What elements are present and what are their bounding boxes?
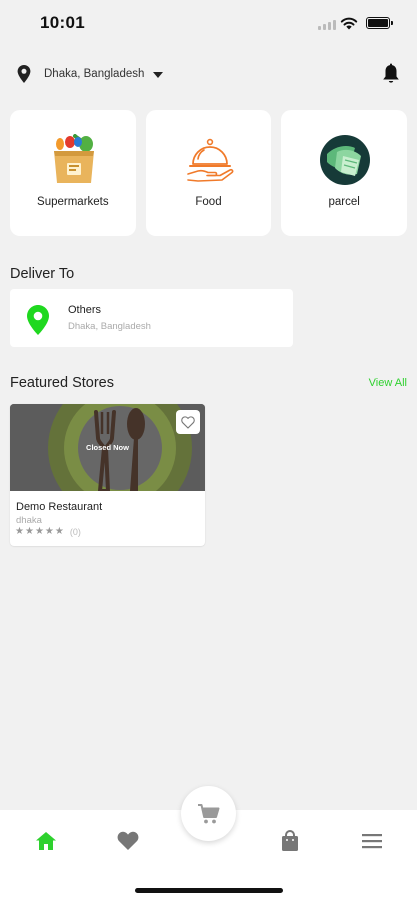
category-label: parcel [328,196,360,208]
store-name: Demo Restaurant [16,501,103,513]
cart-icon [197,803,219,823]
menu-icon[interactable] [360,829,384,853]
battery-icon [366,17,393,29]
star-icon: ★ [54,526,64,537]
store-area: dhaka [16,515,42,526]
category-supermarkets[interactable]: Supermarkets [10,110,136,236]
cart-button[interactable] [181,786,236,841]
location-pin-icon [27,305,49,335]
store-image: Closed Now [10,404,205,491]
category-parcel[interactable]: parcel [281,110,408,236]
store-status: Closed Now [86,443,129,452]
status-time: 10:01 [40,13,85,32]
food-cloche-icon [186,138,234,182]
parcel-icon [320,135,371,185]
notification-bell-icon[interactable] [381,63,401,85]
location-pin-icon [17,65,31,83]
favorite-button[interactable] [176,410,200,434]
category-label: Supermarkets [37,196,109,208]
location-selector[interactable]: Dhaka, Bangladesh [16,60,401,88]
heart-icon[interactable] [116,829,140,853]
cellular-signal-icon [318,20,336,30]
featured-stores-heading: Featured Stores [10,375,114,391]
home-icon[interactable] [34,829,58,853]
chevron-down-icon [153,71,164,78]
store-card[interactable]: Closed Now Demo Restaurant dhaka ★ ★ ★ ★… [10,404,205,546]
shopping-bag-icon[interactable] [278,829,302,853]
category-list: Supermarkets Food parcel [10,110,408,236]
view-all-link[interactable]: View All [369,377,407,389]
wifi-icon [340,17,358,30]
deliver-address-card[interactable]: Others Dhaka, Bangladesh [10,289,293,347]
rating-count: (0) [69,527,81,537]
deliver-address: Dhaka, Bangladesh [68,321,151,332]
status-bar: 10:01 [0,0,417,48]
star-icon: ★ [44,526,54,537]
store-rating: ★ ★ ★ ★ ★ (0) [15,526,81,538]
location-text: Dhaka, Bangladesh [44,68,145,80]
star-icon: ★ [34,526,44,537]
home-indicator [135,888,283,893]
heart-outline-icon [181,415,195,429]
star-icon: ★ [15,526,24,537]
deliver-to-heading: Deliver To [10,266,75,282]
deliver-name: Others [68,304,102,316]
star-icon: ★ [24,526,34,537]
category-label: Food [195,196,222,208]
grocery-bag-icon [54,134,94,183]
category-food[interactable]: Food [145,110,272,236]
